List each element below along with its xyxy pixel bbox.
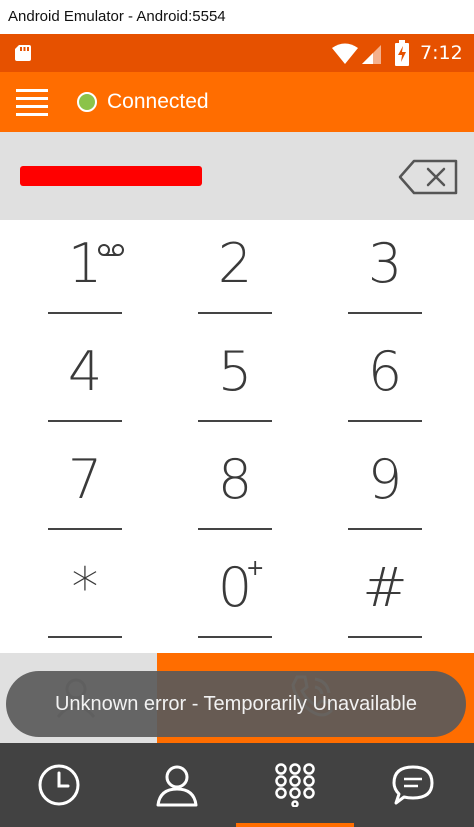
key-digit: 7 [67, 448, 103, 511]
key-digit: 8 [217, 448, 253, 511]
nav-dialpad[interactable] [236, 743, 354, 827]
connection-status-text: Connected [107, 90, 209, 113]
window-title: Android Emulator - Android:5554 [0, 0, 474, 34]
key-underline [348, 420, 422, 422]
chat-bubble-icon [392, 765, 434, 805]
key-4[interactable]: 4 [10, 328, 160, 436]
key-digit: 4 [67, 340, 103, 403]
key-underline [198, 420, 272, 422]
key-2[interactable]: 2 [160, 220, 310, 328]
key-digit: 1 [67, 232, 103, 295]
key-underline [198, 528, 272, 530]
key-digit: 2 [217, 232, 253, 295]
key-digit: * [71, 556, 99, 619]
key-underline [48, 420, 122, 422]
key-digit: # [362, 556, 408, 619]
key-underline [48, 636, 122, 638]
status-time: 7:12 [420, 42, 463, 64]
key-underline [48, 312, 122, 314]
wifi-icon [332, 43, 358, 64]
nav-contacts[interactable] [118, 743, 236, 827]
voicemail-icon [98, 244, 124, 256]
nav-history[interactable] [0, 743, 118, 827]
key-6[interactable]: 6 [310, 328, 460, 436]
hamburger-menu-icon[interactable] [16, 86, 48, 118]
connection-status-dot [77, 92, 97, 112]
key-9[interactable]: 9 [310, 436, 460, 544]
active-tab-indicator [236, 823, 354, 827]
dialpad: 1 2 3 4 5 6 7 8 9 * 0 + # [0, 220, 474, 653]
bottom-nav [0, 743, 474, 827]
key-1[interactable]: 1 [10, 220, 160, 328]
key-underline [198, 636, 272, 638]
key-digit: 0 [217, 556, 253, 619]
history-clock-icon [38, 764, 80, 806]
key-underline [348, 528, 422, 530]
key-3[interactable]: 3 [310, 220, 460, 328]
contacts-person-icon [156, 765, 198, 807]
battery-charging-icon [395, 40, 409, 66]
dialpad-icon [275, 763, 315, 807]
dialed-number-redacted: redacted [20, 166, 202, 186]
key-0[interactable]: 0 + [160, 544, 310, 652]
backspace-icon[interactable] [398, 158, 460, 196]
nav-chat[interactable] [354, 743, 472, 827]
key-underline [198, 312, 272, 314]
key-underline [48, 528, 122, 530]
key-digit: 9 [367, 448, 403, 511]
key-sub-plus: + [246, 556, 265, 581]
app-bar: Connected [0, 72, 474, 132]
error-toast: Unknown error - Temporarily Unavailable [6, 671, 466, 737]
key-digit: 3 [367, 232, 403, 295]
key-digit: 6 [367, 340, 403, 403]
key-star[interactable]: * [10, 544, 160, 652]
key-5[interactable]: 5 [160, 328, 310, 436]
key-hash[interactable]: # [310, 544, 460, 652]
key-underline [348, 636, 422, 638]
sd-card-icon [15, 45, 31, 61]
key-7[interactable]: 7 [10, 436, 160, 544]
key-digit: 5 [217, 340, 253, 403]
key-8[interactable]: 8 [160, 436, 310, 544]
signal-icon [362, 45, 381, 64]
status-bar: 7:12 [0, 34, 474, 72]
key-underline [348, 312, 422, 314]
